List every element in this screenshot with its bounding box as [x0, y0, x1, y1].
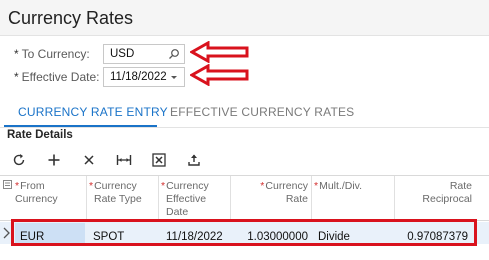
tab-bar: CURRENCY RATE ENTRY EFFECTIVE CURRENCY R… — [0, 96, 489, 128]
annotation-arrow-icon — [190, 64, 249, 86]
annotation-arrow-icon — [190, 41, 249, 63]
required-mark: * — [260, 180, 265, 192]
page-title: Currency Rates — [8, 8, 134, 28]
refresh-button[interactable] — [9, 150, 29, 170]
column-divider — [230, 176, 231, 222]
required-mark: * — [89, 180, 94, 192]
header-line: Mult./Div. — [319, 180, 363, 192]
header-line: Currency — [265, 180, 308, 192]
section-title: Rate Details — [7, 129, 73, 141]
fit-columns-button[interactable] — [114, 150, 134, 170]
tab-effective-currency-rates[interactable]: EFFECTIVE CURRENCY RATES — [170, 105, 354, 119]
column-header-rate-type[interactable]: *Currency Rate Type — [89, 180, 157, 206]
header-line: Currency — [94, 180, 137, 192]
chevron-down-icon[interactable] — [168, 71, 180, 83]
effective-date-value: 11/18/2022 — [110, 71, 167, 83]
effective-date-label-text: Effective Date: — [21, 70, 100, 84]
header-line: Currency — [166, 180, 209, 192]
fit-columns-icon — [116, 155, 132, 165]
column-header-mult-div[interactable]: *Mult./Div. — [314, 180, 392, 193]
header-line: Currency — [15, 193, 58, 205]
effective-date-label: * Effective Date: — [14, 70, 100, 84]
tab-currency-rate-entry[interactable]: CURRENCY RATE ENTRY — [18, 105, 168, 119]
to-currency-label: * To Currency: — [14, 47, 90, 61]
to-currency-value: USD — [110, 48, 135, 60]
notes-icon — [3, 180, 12, 189]
required-mark: * — [314, 180, 319, 192]
column-header-currency-rate[interactable]: *Currency Rate — [232, 180, 308, 206]
required-mark: * — [161, 180, 166, 192]
export-excel-icon — [152, 153, 166, 167]
header-line: Date — [166, 206, 189, 218]
column-header-rate-reciprocal[interactable]: Rate Reciprocal — [396, 180, 472, 206]
required-mark: * — [14, 47, 19, 61]
header-line: Rate Type — [94, 193, 142, 205]
export-excel-button[interactable] — [149, 150, 169, 170]
delete-icon — [84, 155, 94, 165]
column-divider — [86, 176, 87, 222]
upload-icon — [188, 154, 200, 166]
to-currency-label-text: To Currency: — [21, 47, 90, 61]
column-divider — [394, 176, 395, 222]
column-divider — [158, 176, 159, 222]
annotation-highlight-box — [11, 219, 477, 246]
column-header-from-currency[interactable]: *From Currency — [15, 180, 85, 206]
rate-details-grid: *From Currency *Currency Rate Type *Curr… — [0, 175, 489, 260]
search-icon[interactable] — [168, 48, 180, 60]
to-currency-field[interactable]: USD — [103, 44, 185, 64]
column-header-effective-date[interactable]: *Currency Effective Date — [161, 180, 229, 219]
upload-button[interactable] — [184, 150, 204, 170]
header-line: Reciprocal — [422, 193, 472, 205]
header-line: Effective — [166, 193, 207, 205]
add-icon — [48, 154, 60, 166]
header-line: Rate — [449, 180, 472, 192]
grid-header: *From Currency *Currency Rate Type *Curr… — [0, 175, 489, 222]
row-pointer-icon — [3, 227, 10, 239]
header-line: Rate — [285, 193, 308, 205]
column-divider — [311, 176, 312, 222]
active-tab-indicator — [4, 125, 157, 127]
effective-date-field[interactable]: 11/18/2022 — [103, 67, 185, 87]
required-mark: * — [14, 70, 19, 84]
delete-row-button[interactable] — [79, 150, 99, 170]
title-bar: Currency Rates — [0, 0, 489, 36]
add-row-button[interactable] — [44, 150, 64, 170]
header-line: From — [20, 180, 45, 192]
refresh-icon — [13, 154, 25, 166]
required-mark: * — [15, 180, 20, 192]
